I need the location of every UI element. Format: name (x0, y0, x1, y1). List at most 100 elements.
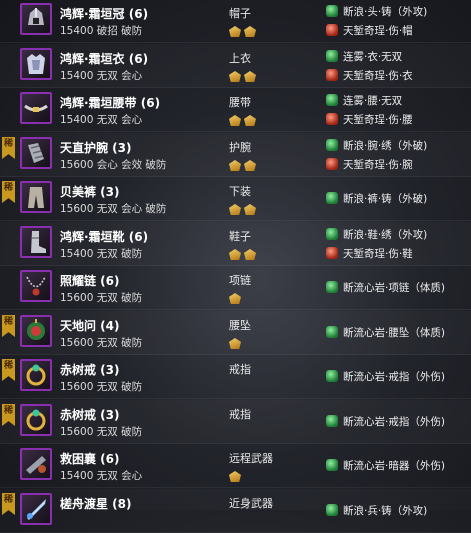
item-stats: 15400 无双 会心 (60, 70, 143, 82)
stone-sockets (229, 467, 244, 482)
green-gem-icon (326, 459, 338, 471)
enchant-text: 断流心岩·暗器（外伤) (343, 460, 445, 472)
enchant-entry: 断浪·鞋·绣（外攻) (326, 227, 427, 242)
bracer-icon[interactable] (20, 137, 52, 169)
equipment-row[interactable]: 稀 槎舟渡星 (8) 近身武器 断浪·兵·铸（外攻) (0, 489, 471, 533)
item-stats: 15600 无双 破防 (60, 426, 143, 438)
equipment-row[interactable]: 鸿辉·霜垣靴 (6) 15400 无双 破防 鞋子 断浪·鞋·绣（外攻) 天堑奇珵·伤·… (0, 222, 471, 266)
stone-icon (229, 249, 241, 260)
slot-label: 戒指 (229, 363, 251, 376)
equipment-row[interactable]: 鸿辉·霜垣衣 (6) 15400 无双 会心 上衣 连雾·衣·无双 天堑奇珵·伤·衣 (0, 44, 471, 88)
stone-sockets (229, 111, 259, 126)
item-stats: 15400 破招 破防 (60, 25, 143, 37)
helmet-icon[interactable] (20, 3, 52, 35)
enchant-text: 断浪·头·铸（外攻) (343, 6, 428, 18)
item-name: 救困襄 (6) (60, 452, 120, 466)
item-stats: 15400 无双 会心 (60, 114, 143, 126)
pendant-icon[interactable] (20, 315, 52, 347)
enchant-entry: 天堑奇珵·伤·腰 (326, 112, 413, 127)
slot-label: 腰带 (229, 96, 251, 109)
enchant-entry: 断流心岩·戒指（外伤) (326, 414, 445, 429)
enchant-text: 断浪·鞋·绣（外攻) (343, 229, 428, 241)
item-name: 赤树戒 (3) (60, 363, 120, 377)
slot-label: 腰坠 (229, 319, 251, 332)
item-stats: 15600 无双 破防 (60, 292, 143, 304)
boots-icon[interactable] (20, 226, 52, 258)
equipment-row[interactable]: 救困襄 (6) 15400 无双 会心 远程武器断流心岩·暗器（外伤) (0, 444, 471, 488)
stone-sockets (229, 289, 244, 304)
item-stats: 15600 会心 会效 破防 (60, 159, 167, 171)
rarity-tag: 稀 (2, 181, 15, 203)
item-name: 鸿辉·霜垣靴 (6) (60, 230, 149, 244)
enchant-entry: 断流心岩·项链（体质) (326, 280, 445, 295)
stone-icon (244, 71, 256, 82)
enchant-text: 天堑奇珵·伤·鞋 (343, 248, 413, 260)
red-gem-icon (326, 158, 338, 170)
enchant-entry: 天堑奇珵·伤·腕 (326, 157, 413, 172)
slot-label: 鞋子 (229, 230, 251, 243)
red-gem-icon (326, 247, 338, 259)
green-gem-icon (326, 228, 338, 240)
slot-label: 项链 (229, 274, 251, 287)
green-gem-icon (326, 326, 338, 338)
stone-icon (229, 471, 241, 482)
enchant-text: 天堑奇珵·伤·腰 (343, 114, 413, 126)
equipment-row[interactable]: 稀 赤树戒 (3) 15600 无双 破防 戒指 断流心岩·戒指（外伤) (0, 355, 471, 399)
enchant-text: 天堑奇珵·伤·腕 (343, 159, 413, 171)
item-stats: 15600 无双 会心 破防 (60, 203, 167, 215)
enchant-text: 天堑奇珵·伤·帽 (343, 25, 413, 37)
equipment-row[interactable]: 鸿辉·霜垣冠 (6) 15400 破招 破防 帽子 断浪·头·铸（外攻) 天堑奇珵·伤·… (0, 0, 471, 43)
equipment-row[interactable]: 稀 天地问 (4) 15600 无双 破防 腰坠 断流心岩·腰坠（体质) (0, 311, 471, 355)
enchant-entry: 天堑奇珵·伤·衣 (326, 68, 413, 83)
item-stats: 15600 无双 破防 (60, 337, 143, 349)
stone-icon (244, 249, 256, 260)
green-gem-icon (326, 50, 338, 62)
slot-label: 下装 (229, 185, 251, 198)
enchant-text: 断流心岩·项链（体质) (343, 282, 445, 294)
pants-icon[interactable] (20, 181, 52, 213)
stone-icon (229, 26, 241, 37)
enchant-text: 连雾·腰·无双 (343, 95, 403, 107)
stone-sockets (229, 22, 259, 37)
armor-icon[interactable] (20, 48, 52, 80)
equipment-row[interactable]: 稀 天直护腕 (3) 15600 会心 会效 破防 护腕 断浪·腕·绣（外破) 天堑奇珵·… (0, 133, 471, 177)
ring-icon[interactable] (20, 404, 52, 436)
stone-icon (229, 338, 241, 349)
necklace-icon[interactable] (20, 270, 52, 302)
stone-sockets (229, 334, 244, 349)
enchant-text: 断流心岩·戒指（外伤) (343, 416, 445, 428)
enchant-entry: 断浪·腕·绣（外破) (326, 138, 427, 153)
equipment-row[interactable]: 鸿辉·霜垣腰带 (6) 15400 无双 会心 腰带 连雾·腰·无双 天堑奇珵·伤·腰 (0, 88, 471, 132)
item-stats: 15400 无双 会心 (60, 470, 143, 482)
ranged-weapon-icon[interactable] (20, 448, 52, 480)
enchant-entry: 断浪·兵·铸（外攻) (326, 503, 427, 518)
item-name: 天地问 (4) (60, 319, 120, 333)
green-gem-icon (326, 415, 338, 427)
green-gem-icon (326, 5, 338, 17)
belt-icon[interactable] (20, 92, 52, 124)
enchant-text: 断浪·裤·铸（外破) (343, 193, 428, 205)
ring-icon[interactable] (20, 359, 52, 391)
item-name: 鸿辉·霜垣冠 (6) (60, 7, 149, 21)
slot-label: 近身武器 (229, 497, 273, 510)
rarity-tag: 稀 (2, 404, 15, 426)
rarity-tag: 稀 (2, 359, 15, 381)
enchant-entry: 天堑奇珵·伤·鞋 (326, 246, 413, 261)
red-gem-icon (326, 113, 338, 125)
stone-sockets (229, 67, 259, 82)
slot-label: 上衣 (229, 52, 251, 65)
item-name: 照耀链 (6) (60, 274, 120, 288)
stone-icon (229, 71, 241, 82)
stone-icon (244, 160, 256, 171)
enchant-entry: 天堑奇珵·伤·帽 (326, 23, 413, 38)
enchant-entry: 断浪·裤·铸（外破) (326, 191, 427, 206)
enchant-text: 断浪·兵·铸（外攻) (343, 505, 428, 517)
equipment-row[interactable]: 稀 赤树戒 (3) 15600 无双 破防 戒指 断流心岩·戒指（外伤) (0, 400, 471, 444)
rarity-tag: 稀 (2, 137, 15, 159)
equipment-row[interactable]: 稀 贝美裤 (3) 15600 无双 会心 破防 下装 断浪·裤·铸（外破) (0, 177, 471, 221)
slot-label: 戒指 (229, 408, 251, 421)
enchant-entry: 断流心岩·暗器（外伤) (326, 458, 445, 473)
slot-label: 远程武器 (229, 452, 273, 465)
melee-weapon-icon[interactable] (20, 493, 52, 525)
equipment-row[interactable]: 照耀链 (6) 15600 无双 破防 项链断流心岩·项链（体质) (0, 266, 471, 310)
